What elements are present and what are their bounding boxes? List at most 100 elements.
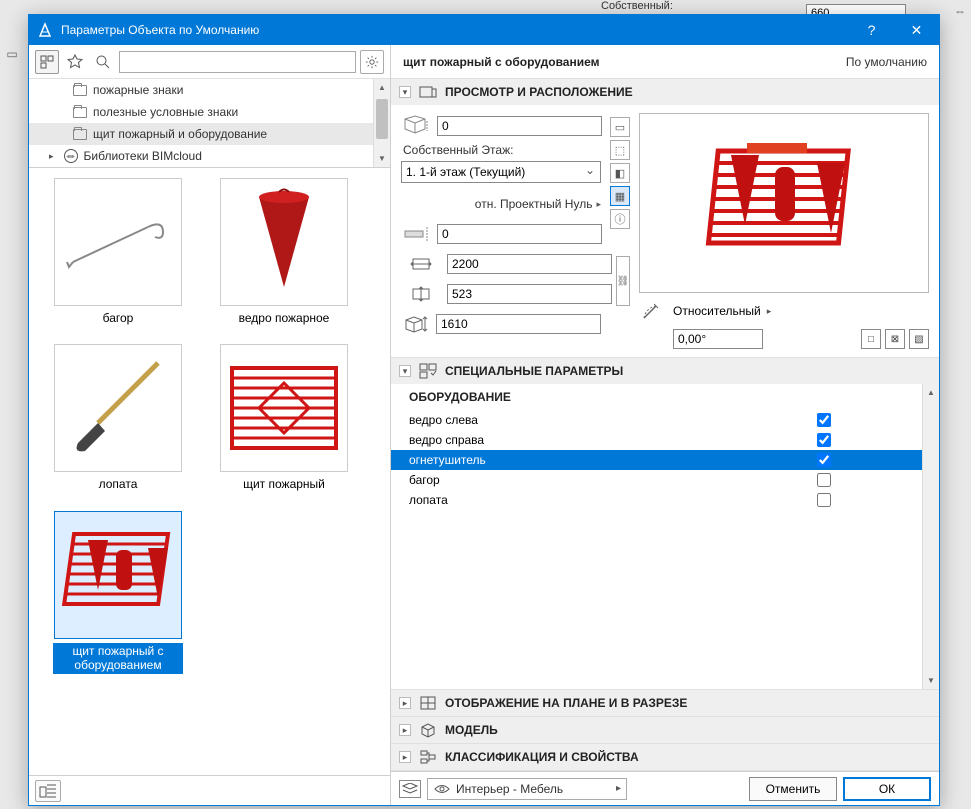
layer-selector[interactable]: Интерьер - Мебель [427,778,627,800]
right-pane: щит пожарный с оборудованием По умолчани… [391,45,939,805]
layer-stack-icon[interactable] [399,780,421,798]
section-model: ▸ МОДЕЛЬ [391,717,939,744]
section-plan: ▸ ОТОБРАЖЕНИЕ НА ПЛАНЕ И В РАЗРЕЗЕ [391,690,939,717]
titlebar: Параметры Объекта по Умолчанию ? ✕ [29,15,939,45]
view-mode-info[interactable]: ⓘ [610,209,630,229]
close-button[interactable]: ✕ [894,15,939,45]
layer-name: Интерьер - Мебель [456,782,563,796]
view-mode-column: ▭ ⬚ ◧ ▦ ⓘ [609,113,631,349]
chevron-right-icon: ▸ [49,151,54,162]
position-controls: Собственный Этаж: 1. 1-й этаж (Текущий) … [401,113,601,349]
gallery-label: багор [100,310,137,326]
library-tree: пожарные знаки полезные условные знаки щ… [29,79,390,168]
story-select[interactable]: 1. 1-й этаж (Текущий) [401,161,601,183]
favorites-button[interactable] [63,50,87,74]
section-header-class[interactable]: ▸ КЛАССИФИКАЦИЯ И СВОЙСТВА [391,744,939,770]
equip-row[interactable]: багор [391,470,939,490]
rotation-icon [639,299,667,323]
equip-heading: ОБОРУДОВАНИЕ [391,384,939,410]
section-special: ▾ СПЕЦИАЛЬНЫЕ ПАРАМЕТРЫ ОБОРУДОВАНИЕ вед… [391,358,939,690]
depth-input[interactable] [447,284,612,304]
height-input[interactable] [436,314,601,334]
scroll-thumb[interactable] [376,99,388,139]
gallery-item[interactable]: щит пожарный [219,344,349,492]
equip-table: ведро слева ведро справа огнетушитель [391,410,939,510]
view-mode-3d[interactable]: ◧ [610,163,630,183]
preview-viewport[interactable] [639,113,929,293]
equip-checkbox[interactable] [817,453,831,467]
equip-checkbox[interactable] [817,493,831,507]
gallery-item[interactable]: багор [53,178,183,326]
library-manager-button[interactable] [35,780,61,802]
tree-item[interactable]: пожарные знаки [29,79,390,101]
settings-gear-button[interactable] [360,50,384,74]
z2-input[interactable] [437,224,602,244]
bg-icon-1[interactable]: ▭ [2,44,22,64]
section-header-plan[interactable]: ▸ ОТОБРАЖЕНИЕ НА ПЛАНЕ И В РАЗРЕЗЕ [391,690,939,716]
object-settings-dialog: Параметры Объекта по Умолчанию ? ✕ [28,14,940,806]
proj-zero-toggle[interactable]: ▸ [596,199,601,210]
section-header-model[interactable]: ▸ МОДЕЛЬ [391,717,939,743]
chevron-right-icon: ▸ [399,724,411,736]
mirror-x-button[interactable]: ⊠ [885,329,905,349]
scroll-down-icon[interactable]: ▼ [923,672,939,689]
z-input[interactable] [437,116,602,136]
help-button[interactable]: ? [849,15,894,45]
folder-icon [73,129,87,140]
equip-checkbox[interactable] [817,413,831,427]
tree-item[interactable]: полезные условные знаки [29,101,390,123]
special-body: ОБОРУДОВАНИЕ ведро слева ведро справа [391,384,939,689]
relative-toggle[interactable]: ▸ [767,306,772,317]
angle-input[interactable] [673,329,763,349]
equip-name: ведро слева [409,413,817,427]
equip-checkbox[interactable] [817,433,831,447]
bg-corner-icon[interactable]: ⇔ [951,2,969,20]
chevron-down-icon: ▾ [399,365,411,377]
scroll-up-icon[interactable]: ▲ [923,384,939,401]
equip-row[interactable]: ведро слева [391,410,939,430]
tree-scrollbar[interactable]: ▲ ▼ [373,79,390,167]
browse-mode-button[interactable] [35,50,59,74]
tree-item-selected[interactable]: щит пожарный и оборудование [29,123,390,145]
cancel-button[interactable]: Отменить [749,777,837,801]
gallery-item[interactable]: ведро пожарное [219,178,349,326]
preview-section-icon [419,84,437,100]
object-gallery: багор ведро пожарное лопата [29,168,390,775]
width-input[interactable] [447,254,612,274]
search-input[interactable] [119,51,356,73]
class-section-icon [419,749,437,765]
special-scrollbar[interactable]: ▲ ▼ [922,384,939,689]
eye-icon [434,784,450,794]
mirror-none-button[interactable]: □ [861,329,881,349]
equip-row-selected[interactable]: огнетушитель [391,450,939,470]
width-icon [401,256,441,272]
gallery-item-selected[interactable]: щит пожарный с оборудованием [53,511,183,674]
object-name: щит пожарный с оборудованием [403,55,846,69]
view-mode-front[interactable]: ⬚ [610,140,630,160]
gallery-label: щит пожарный [240,476,328,492]
equip-row[interactable]: лопата [391,490,939,510]
equip-checkbox[interactable] [817,473,831,487]
folder-icon [73,85,87,96]
model-section-icon [419,722,437,738]
scroll-up-icon[interactable]: ▲ [374,79,390,96]
plan-section-icon [419,695,437,711]
z-icon [401,115,431,137]
view-mode-top[interactable]: ▭ [610,117,630,137]
right-footer: Интерьер - Мебель Отменить ОК [391,771,939,805]
dialog-body: пожарные знаки полезные условные знаки щ… [29,45,939,805]
scroll-down-icon[interactable]: ▼ [374,150,390,167]
ok-button[interactable]: ОК [843,777,931,801]
story-label: Собственный Этаж: [403,143,601,157]
proj-zero-label: отн. Проектный Нуль [475,197,593,211]
tree-root[interactable]: ▸ ⏛ Библиотеки BIMcloud [29,145,390,167]
equip-name: багор [409,473,817,487]
search-button[interactable] [91,50,115,74]
view-mode-rendered[interactable]: ▦ [610,186,630,206]
mirror-xy-button[interactable]: ▧ [909,329,929,349]
special-section-icon [419,363,437,379]
section-header-preview[interactable]: ▾ ПРОСМОТР И РАСПОЛОЖЕНИЕ [391,79,939,105]
section-header-special[interactable]: ▾ СПЕЦИАЛЬНЫЕ ПАРАМЕТРЫ [391,358,939,384]
equip-row[interactable]: ведро справа [391,430,939,450]
gallery-item[interactable]: лопата [53,344,183,492]
